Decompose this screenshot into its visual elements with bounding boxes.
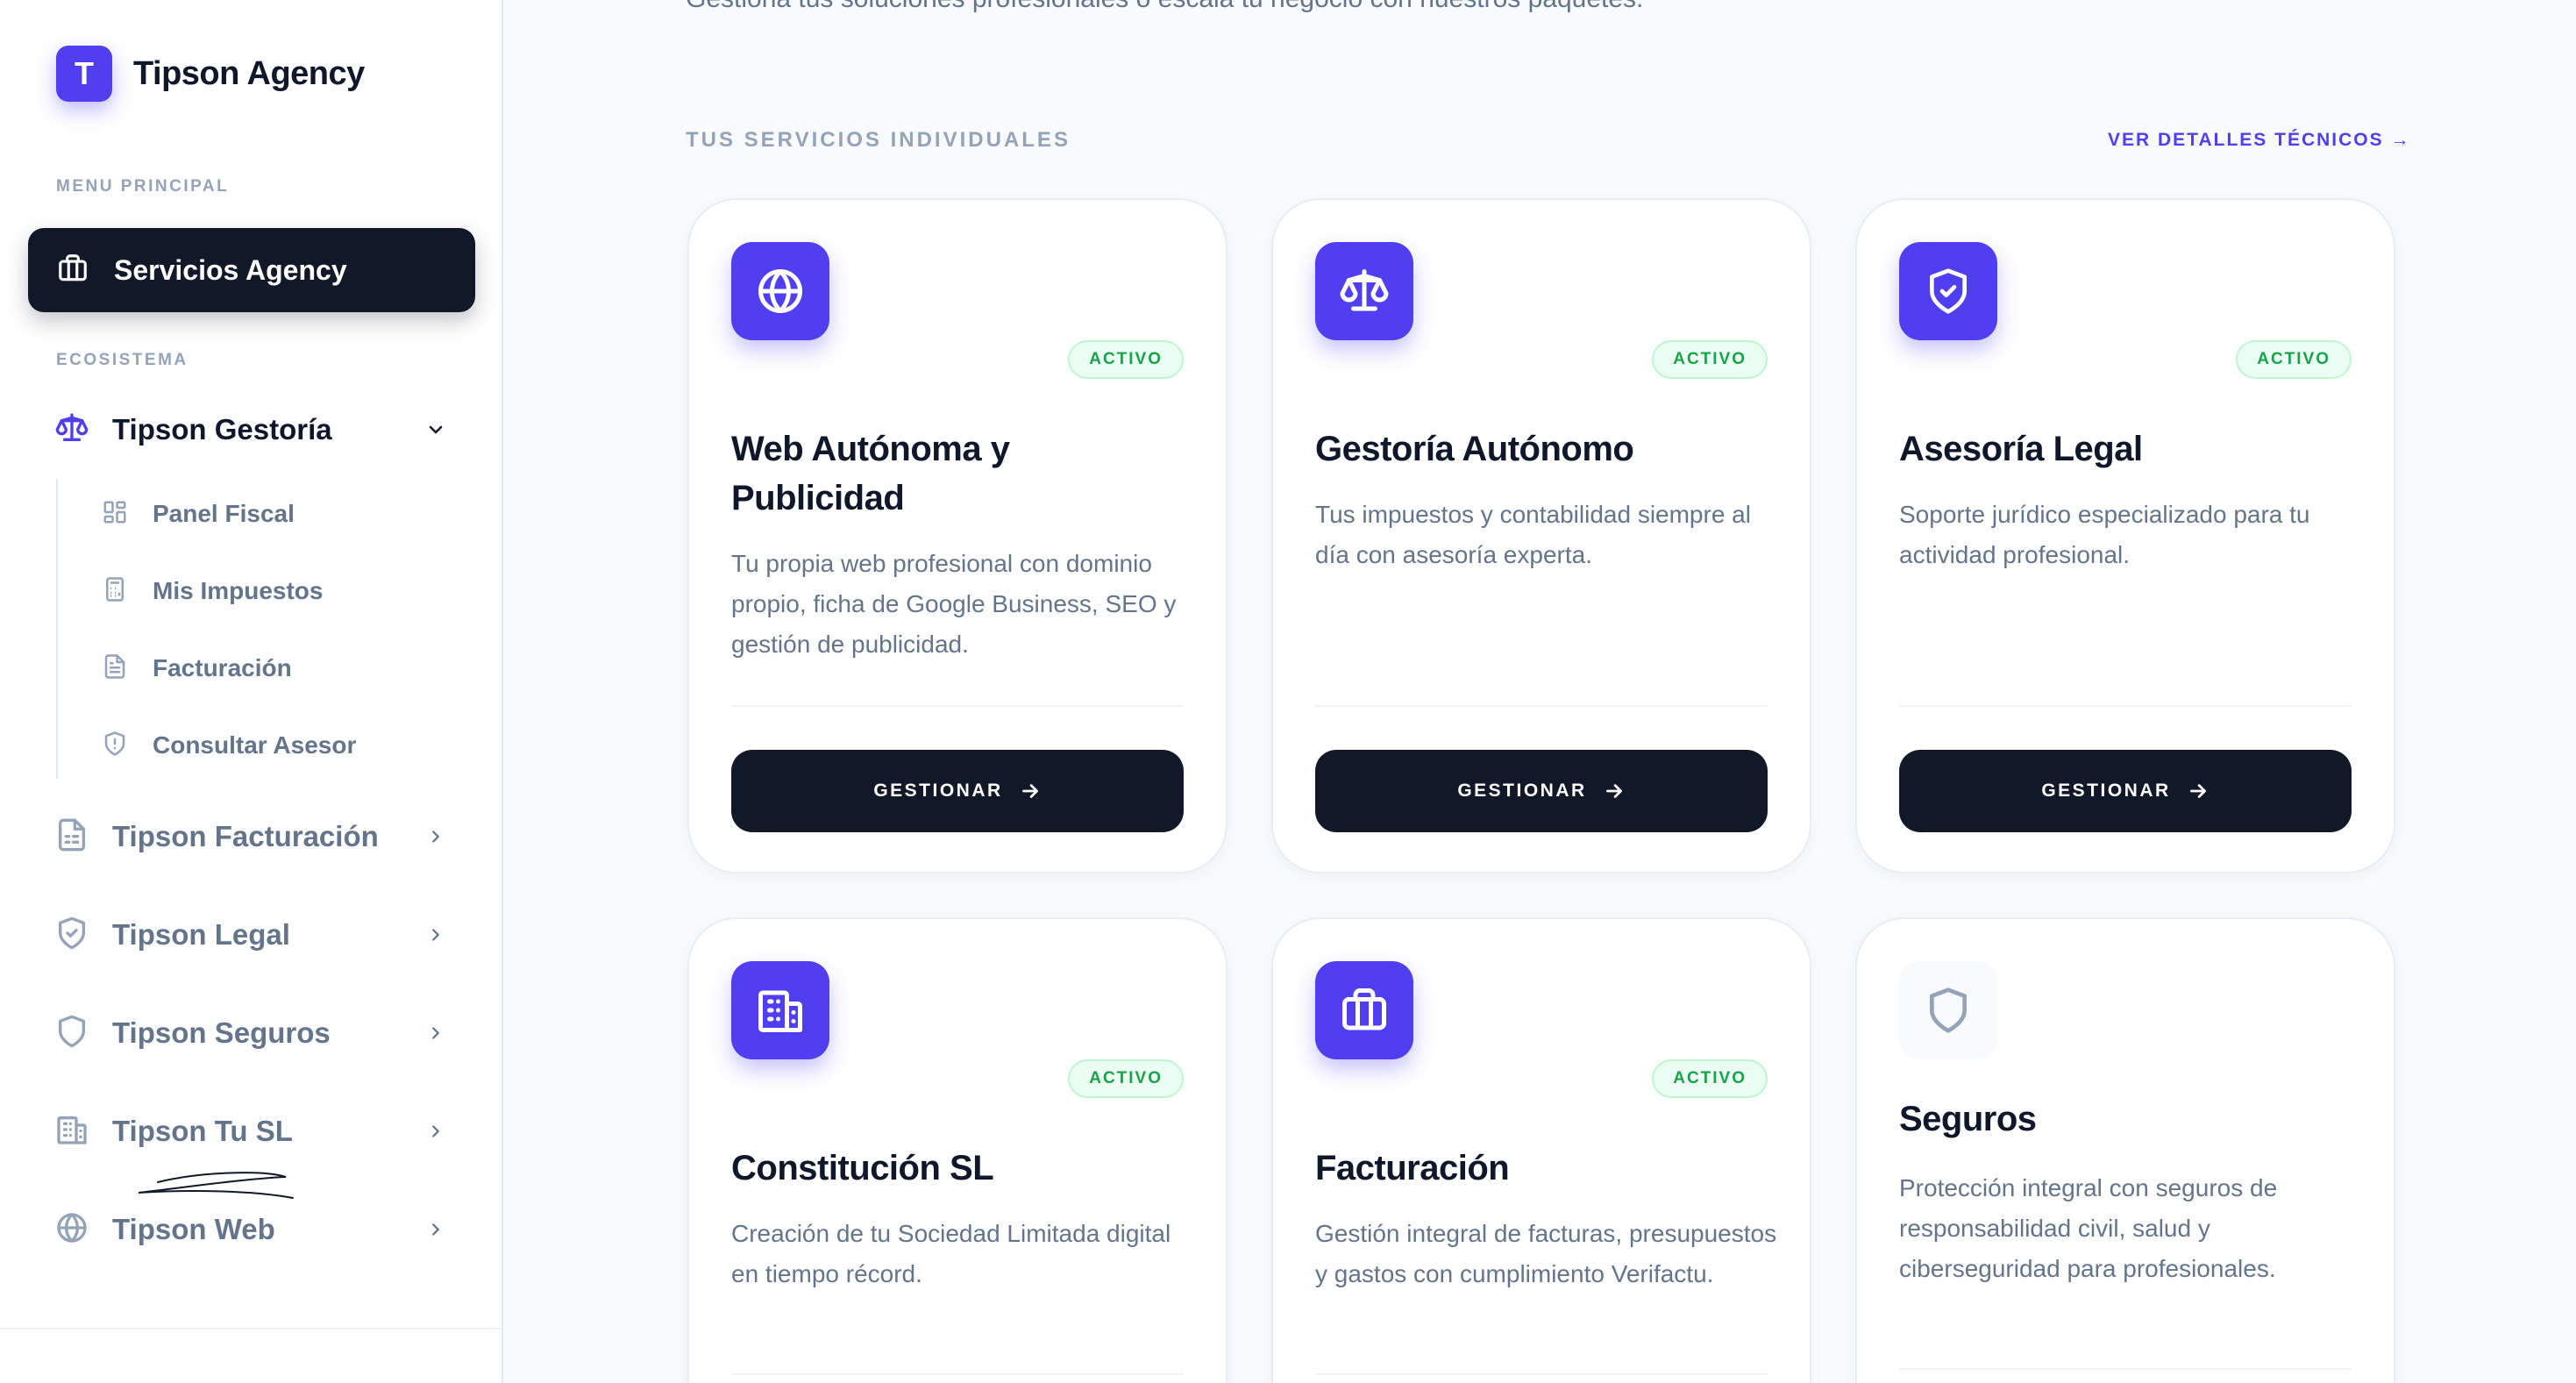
status-badge: ACTIVO bbox=[1652, 1059, 1768, 1098]
shield-icon bbox=[1899, 961, 1997, 1059]
globe-icon bbox=[731, 242, 829, 340]
menu-section-label: MENU PRINCIPAL bbox=[56, 177, 230, 196]
service-card-seguros: Seguros Protección integral con seguros … bbox=[1855, 917, 2395, 1383]
briefcase-icon bbox=[1315, 961, 1413, 1059]
card-title: Seguros bbox=[1899, 1100, 2037, 1138]
service-card-constitucion-sl: ACTIVO Constitución SL Creación de tu So… bbox=[687, 917, 1228, 1383]
gestionar-button[interactable]: GESTIONAR bbox=[1899, 750, 2352, 832]
sidebar-item-tipson-facturacion[interactable]: Tipson Facturación bbox=[54, 806, 458, 867]
sidebar-item-label: Servicios Agency bbox=[114, 253, 347, 286]
app-root: T Tipson Agency MENU PRINCIPAL Servicios… bbox=[0, 0, 2576, 1383]
sidebar-item-servicios-agency[interactable]: Servicios Agency bbox=[28, 228, 475, 312]
card-divider bbox=[1315, 705, 1768, 707]
submenu-guide-line bbox=[56, 479, 58, 779]
card-description: Tu propia web profesional con dominio pr… bbox=[731, 550, 1177, 658]
scale-icon bbox=[54, 410, 89, 450]
button-label: GESTIONAR bbox=[1457, 781, 1587, 801]
sidebar-subitem-facturacion[interactable]: Facturación bbox=[102, 644, 292, 693]
card-title: Asesoría Legal bbox=[1899, 430, 2143, 468]
chevron-right-icon[interactable] bbox=[423, 1118, 449, 1144]
card-divider bbox=[1899, 705, 2352, 707]
arrow-right-icon bbox=[2187, 780, 2210, 802]
building-icon bbox=[731, 961, 829, 1059]
sidebar-subitem-label: Facturación bbox=[153, 654, 292, 681]
receipt-icon bbox=[54, 817, 89, 857]
gestionar-button[interactable]: GESTIONAR bbox=[1315, 750, 1768, 832]
sidebar-subitem-label: Consultar Asesor bbox=[153, 731, 357, 759]
button-label: GESTIONAR bbox=[873, 781, 1003, 801]
shield-check-icon bbox=[54, 916, 89, 955]
intro-text: Gestiona tus soluciones profesionales o … bbox=[686, 0, 1643, 14]
shield-icon bbox=[54, 1014, 89, 1053]
sidebar-item-label: Tipson Legal bbox=[112, 918, 290, 951]
sidebar-item-label: Tipson Gestoría bbox=[112, 413, 332, 446]
briefcase-icon bbox=[56, 252, 89, 289]
card-title: Constitución SL bbox=[731, 1149, 994, 1187]
sidebar-item-tipson-tu-sl[interactable]: Tipson Tu SL bbox=[54, 1101, 458, 1162]
ecosystem-section-label: ECOSISTEMA bbox=[56, 351, 189, 369]
chevron-down-icon[interactable] bbox=[423, 417, 449, 443]
card-description: Protección integral con seguros de respo… bbox=[1899, 1174, 2278, 1282]
card-description: Soporte jurídico especializado para tu a… bbox=[1899, 501, 2310, 568]
document-icon bbox=[102, 653, 128, 684]
sidebar-footer-divider bbox=[0, 1328, 502, 1330]
sidebar-item-tipson-gestoria[interactable]: Tipson Gestoría bbox=[54, 399, 458, 460]
chevron-right-icon[interactable] bbox=[423, 922, 449, 948]
status-badge: ACTIVO bbox=[2236, 340, 2352, 379]
sidebar-item-label: Tipson Web bbox=[112, 1213, 275, 1245]
shield-check-icon bbox=[1899, 242, 1997, 340]
card-description: Tus impuestos y contabilidad siempre al … bbox=[1315, 501, 1751, 568]
arrow-right-icon bbox=[1019, 780, 1042, 802]
sidebar-subitem-consultar-asesor[interactable]: Consultar Asesor bbox=[102, 721, 356, 770]
section-title: TUS SERVICIOS INDIVIDUALES bbox=[686, 128, 1071, 152]
card-divider bbox=[731, 705, 1184, 707]
chevron-right-icon[interactable] bbox=[423, 1216, 449, 1243]
sidebar-subitem-label: Panel Fiscal bbox=[153, 500, 295, 527]
status-badge: ACTIVO bbox=[1068, 1059, 1184, 1098]
building-icon bbox=[54, 1112, 89, 1151]
sidebar-item-tipson-legal[interactable]: Tipson Legal bbox=[54, 904, 458, 966]
sidebar-item-label: Tipson Tu SL bbox=[112, 1115, 293, 1147]
status-badge: ACTIVO bbox=[1652, 340, 1768, 379]
card-description: Creación de tu Sociedad Limitada digital… bbox=[731, 1220, 1171, 1287]
chevron-right-icon[interactable] bbox=[423, 1020, 449, 1046]
arrow-right-icon bbox=[1603, 780, 1626, 802]
sidebar: T Tipson Agency MENU PRINCIPAL Servicios… bbox=[0, 0, 503, 1383]
card-divider bbox=[1315, 1373, 1768, 1375]
service-card-gestoria: ACTIVO Gestoría Autónomo Tus impuestos y… bbox=[1271, 198, 1811, 873]
card-description: Gestión integral de facturas, presupuest… bbox=[1315, 1220, 1777, 1287]
gestionar-button[interactable]: GESTIONAR bbox=[731, 750, 1184, 832]
globe-icon bbox=[54, 1210, 89, 1250]
sidebar-subitem-label: Mis Impuestos bbox=[153, 577, 324, 604]
brand[interactable]: T Tipson Agency bbox=[56, 46, 365, 102]
pen-scribble-mark bbox=[138, 1172, 294, 1199]
main-content: Gestiona tus soluciones profesionales o … bbox=[505, 0, 2576, 1383]
sidebar-item-label: Tipson Seguros bbox=[112, 1016, 331, 1049]
card-divider bbox=[731, 1373, 1184, 1375]
calculator-icon bbox=[102, 576, 128, 607]
sidebar-item-label: Tipson Facturación bbox=[112, 820, 379, 852]
card-title: Gestoría Autónomo bbox=[1315, 430, 1634, 468]
brand-logo: T bbox=[56, 46, 112, 102]
service-card-facturacion: ACTIVO Facturación Gestión integral de f… bbox=[1271, 917, 1811, 1383]
shield-icon bbox=[102, 731, 128, 761]
service-card-asesoria-legal: ACTIVO Asesoría Legal Soporte jurídico e… bbox=[1855, 198, 2395, 873]
service-card-web: ACTIVO Web Autónoma y Publicidad Tu prop… bbox=[687, 198, 1228, 873]
sidebar-subitem-mis-impuestos[interactable]: Mis Impuestos bbox=[102, 567, 323, 616]
grid-icon bbox=[102, 499, 128, 530]
sidebar-subitem-panel-fiscal[interactable]: Panel Fiscal bbox=[102, 489, 295, 538]
card-title: Web Autónoma y Publicidad bbox=[731, 430, 1010, 517]
brand-name: Tipson Agency bbox=[133, 54, 365, 92]
button-label: GESTIONAR bbox=[2041, 781, 2171, 801]
scale-icon bbox=[1315, 242, 1413, 340]
sidebar-item-tipson-seguros[interactable]: Tipson Seguros bbox=[54, 1002, 458, 1064]
card-divider bbox=[1899, 1368, 2352, 1370]
status-badge: ACTIVO bbox=[1068, 340, 1184, 379]
chevron-right-icon[interactable] bbox=[423, 823, 449, 850]
card-title: Facturación bbox=[1315, 1149, 1510, 1187]
details-link[interactable]: VER DETALLES TÉCNICOS → bbox=[2108, 130, 2410, 151]
